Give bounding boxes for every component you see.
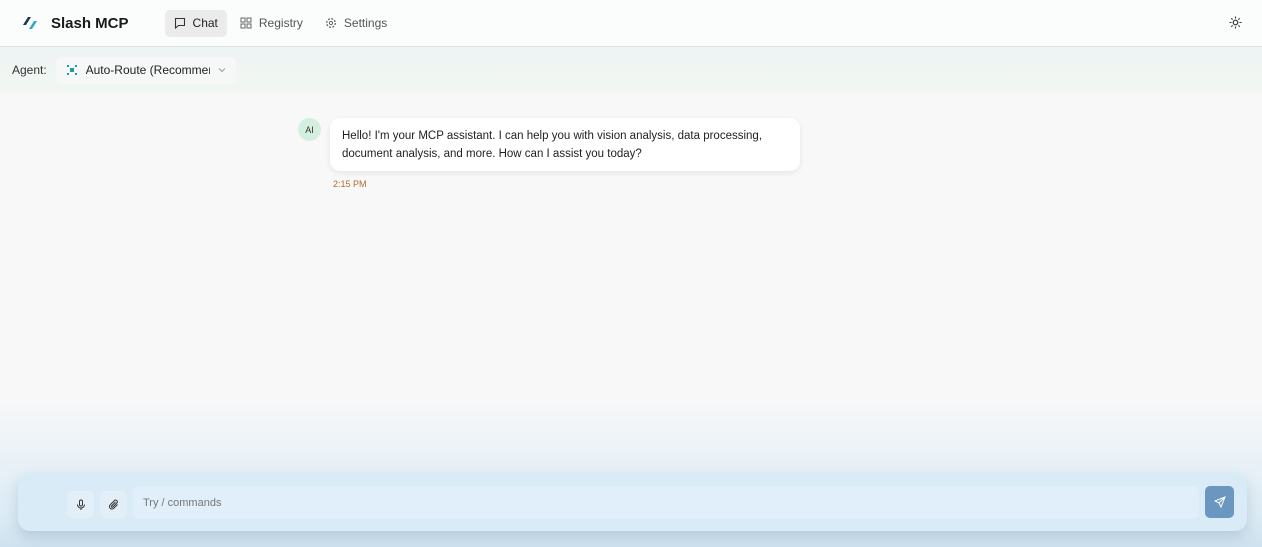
message-bubble: Hello! I'm your MCP assistant. I can hel… [330, 118, 800, 171]
avatar: AI [298, 118, 321, 141]
send-button[interactable] [1205, 486, 1234, 518]
chat-icon [174, 17, 185, 29]
mic-icon [76, 499, 85, 510]
logo-icon [23, 17, 37, 29]
tab-settings[interactable]: Settings [316, 10, 396, 37]
brand-name: Slash MCP [51, 14, 129, 32]
agent-select[interactable]: Auto-Route (Recommended) [55, 56, 236, 84]
tab-chat[interactable]: Chat [164, 9, 227, 37]
tab-label: Settings [343, 16, 388, 30]
top-nav: Slash MCP Chat Registry Settings [0, 0, 1262, 47]
agent-selected: Auto-Route (Recommended) [85, 63, 210, 77]
mic-button[interactable] [67, 491, 94, 518]
tab-label: Registry [258, 16, 303, 30]
tab-label: Chat [192, 16, 218, 30]
sparkle-icon [66, 65, 77, 75]
agent-label: Agent: [12, 63, 47, 77]
composer [18, 473, 1247, 531]
attach-button[interactable] [100, 491, 127, 518]
message-input[interactable] [133, 486, 1199, 519]
agent-bar: Agent: Auto-Route (Recommended) [0, 47, 1262, 93]
paperclip-icon [108, 499, 118, 509]
gear-icon [325, 18, 336, 28]
tab-registry[interactable]: Registry [231, 10, 312, 37]
send-icon [1213, 496, 1226, 508]
grid-icon [240, 17, 252, 29]
sun-icon[interactable] [1229, 16, 1242, 29]
chevron-down-icon [218, 68, 226, 73]
message-time: 2:15 PM [333, 179, 367, 189]
